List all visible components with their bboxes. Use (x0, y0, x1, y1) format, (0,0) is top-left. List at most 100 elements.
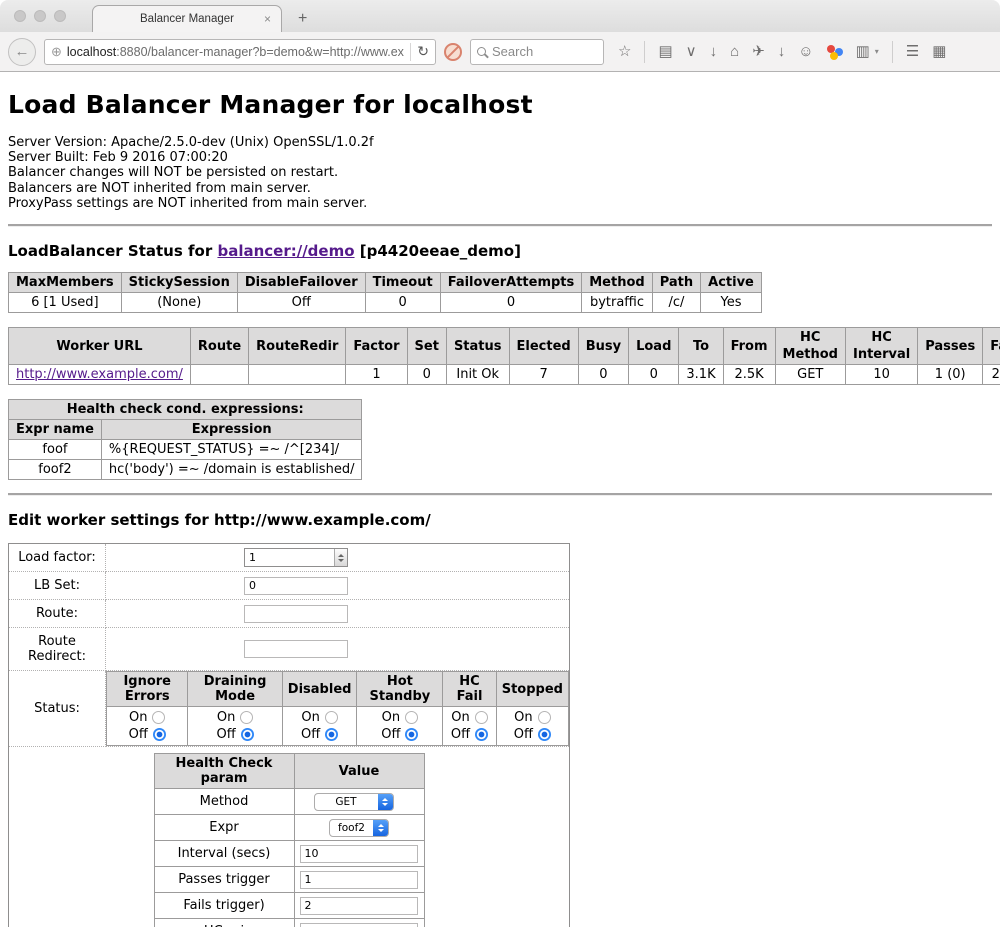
hc-fail-on-radio[interactable] (475, 711, 488, 724)
table-header-row: Ignore Errors Draining Mode Disabled Hot… (107, 672, 569, 707)
hc-fail-off-radio[interactable] (475, 728, 488, 741)
interval-input[interactable] (300, 845, 418, 863)
divider (8, 493, 992, 495)
form-row-load-factor: Load factor: 1 (9, 544, 570, 572)
stopped-off-radio[interactable] (538, 728, 551, 741)
load-factor-input[interactable]: 1 (244, 548, 348, 567)
server-info-line: Balancer changes will NOT be persisted o… (8, 165, 992, 180)
container-tab-icon[interactable]: ▥ (856, 44, 870, 59)
table-row: http://www.example.com/ 1 0 Init Ok 7 0 … (9, 365, 1000, 385)
draining-mode-off-radio[interactable] (241, 728, 254, 741)
disabled-off-radio[interactable] (325, 728, 338, 741)
window-controls[interactable] (14, 10, 66, 22)
fails-input[interactable] (300, 897, 418, 915)
stopped-on-radio[interactable] (538, 711, 551, 724)
select-stepper-icon (378, 794, 393, 810)
status-stopped-cell: On Off (496, 707, 568, 746)
page-title: Load Balancer Manager for localhost (8, 90, 992, 119)
status-draining-mode-cell: On Off (188, 707, 282, 746)
server-info-line: Server Built: Feb 9 2016 07:00:20 (8, 150, 992, 165)
table-title-row: Health check cond. expressions: (9, 400, 362, 420)
route-redirect-label: Route Redirect: (9, 628, 106, 671)
hc-uri-input[interactable] (300, 923, 418, 927)
window-zoom-button[interactable] (54, 10, 66, 22)
table-row: foof2 hc('body') =~ /domain is establish… (9, 460, 362, 480)
method-select[interactable]: GET (314, 793, 394, 811)
tab-bar: Balancer Manager × + (0, 0, 1000, 32)
draining-mode-on-radio[interactable] (240, 711, 253, 724)
table-header-row: Worker URL Route RouteRedir Factor Set S… (9, 328, 1000, 365)
container-caret-icon[interactable]: ▾ (875, 47, 879, 56)
pocket-icon[interactable]: ∨ (686, 44, 697, 59)
pages-icon[interactable]: ▦ (932, 44, 946, 59)
menu-hamburger-icon[interactable]: ☰ (906, 44, 919, 59)
ignore-errors-off-radio[interactable] (153, 728, 166, 741)
reading-list-icon[interactable]: ▤ (658, 44, 672, 59)
hc-method-row: Method GET (154, 789, 424, 815)
worker-table: Worker URL Route RouteRedir Factor Set S… (8, 327, 1000, 385)
expr-select[interactable]: foof2 (329, 819, 389, 837)
new-tab-button[interactable]: + (298, 10, 307, 28)
form-row-status: Status: Ignore Errors Draining Mode Disa… (9, 671, 570, 747)
load-factor-label: Load factor: (9, 544, 106, 572)
status-table: Ignore Errors Draining Mode Disabled Hot… (106, 671, 569, 746)
window-close-button[interactable] (14, 10, 26, 22)
home-icon[interactable]: ⌂ (730, 44, 739, 59)
search-box[interactable] (470, 39, 604, 65)
browser-chrome: Balancer Manager × + ← ⊕ localhost:8880/… (0, 0, 1000, 72)
search-icon (477, 47, 486, 56)
select-stepper-icon (373, 820, 388, 836)
url-separator (410, 43, 411, 61)
tab-balancer-manager[interactable]: Balancer Manager × (92, 5, 282, 32)
globe-icon: ⊕ (51, 44, 62, 60)
route-label: Route: (9, 600, 106, 628)
balancer-demo-link[interactable]: balancer://demo (217, 242, 354, 260)
toolbar-icons: ☆ ▤ ∨ ↓ ⌂ ✈ ↓ ☺ ▥ ▾ ☰ ▦ (618, 41, 946, 63)
server-info-line: Balancers are NOT inherited from main se… (8, 181, 992, 196)
form-row-health-check: Health Check param Value Method GET (9, 747, 570, 927)
tab-close-icon[interactable]: × (264, 12, 271, 26)
server-info-line: Server Version: Apache/2.5.0-dev (Unix) … (8, 135, 992, 150)
status-disabled-cell: On Off (282, 707, 357, 746)
table-header-row: Expr name Expression (9, 420, 362, 440)
window-minimize-button[interactable] (34, 10, 46, 22)
status-label: Status: (9, 671, 106, 747)
back-button[interactable]: ← (8, 38, 36, 66)
hc-expr-row: Expr foof2 (154, 815, 424, 841)
hot-standby-off-radio[interactable] (405, 728, 418, 741)
send-icon[interactable]: ✈ (752, 44, 765, 59)
save-page-icon[interactable]: ↓ (778, 44, 786, 59)
route-redirect-input[interactable] (244, 640, 348, 658)
toolbar-separator (892, 41, 893, 63)
table-header-row: Health Check param Value (154, 754, 424, 789)
reload-icon[interactable]: ↻ (417, 43, 429, 60)
url-text[interactable]: localhost:8880/balancer-manager?b=demo&w… (67, 45, 404, 59)
tab-title: Balancer Manager (140, 13, 234, 25)
hot-standby-on-radio[interactable] (405, 711, 418, 724)
disabled-on-radio[interactable] (325, 711, 338, 724)
edit-worker-form: Load factor: 1 LB Set: Route: Route Redi… (8, 543, 570, 927)
bookmark-star-icon[interactable]: ☆ (618, 44, 631, 59)
hc-interval-row: Interval (secs) (154, 841, 424, 867)
form-row-route-redirect: Route Redirect: (9, 628, 570, 671)
edit-worker-heading: Edit worker settings for http://www.exam… (8, 511, 992, 529)
lb-set-input[interactable] (244, 577, 348, 595)
passes-input[interactable] (300, 871, 418, 889)
hc-passes-row: Passes trigger (154, 867, 424, 893)
health-check-param-table: Health Check param Value Method GET (154, 753, 425, 927)
url-bar[interactable]: ⊕ localhost:8880/balancer-manager?b=demo… (44, 39, 436, 65)
ignore-errors-on-radio[interactable] (152, 711, 165, 724)
table-header-row: MaxMembers StickySession DisableFailover… (9, 273, 762, 293)
worker-url-link[interactable]: http://www.example.com/ (16, 367, 183, 382)
downloads-icon[interactable]: ↓ (710, 44, 718, 59)
form-row-route: Route: (9, 600, 570, 628)
extension-dots-icon[interactable] (827, 44, 843, 60)
server-info: Server Version: Apache/2.5.0-dev (Unix) … (8, 135, 992, 211)
route-input[interactable] (244, 605, 348, 623)
number-spinner-icon[interactable] (334, 549, 347, 566)
chat-icon[interactable]: ☺ (798, 44, 813, 59)
search-input[interactable] (492, 44, 597, 59)
adblock-icon[interactable] (444, 43, 462, 61)
hc-fails-row: Fails trigger) (154, 893, 424, 919)
navigation-toolbar: ← ⊕ localhost:8880/balancer-manager?b=de… (0, 32, 1000, 72)
